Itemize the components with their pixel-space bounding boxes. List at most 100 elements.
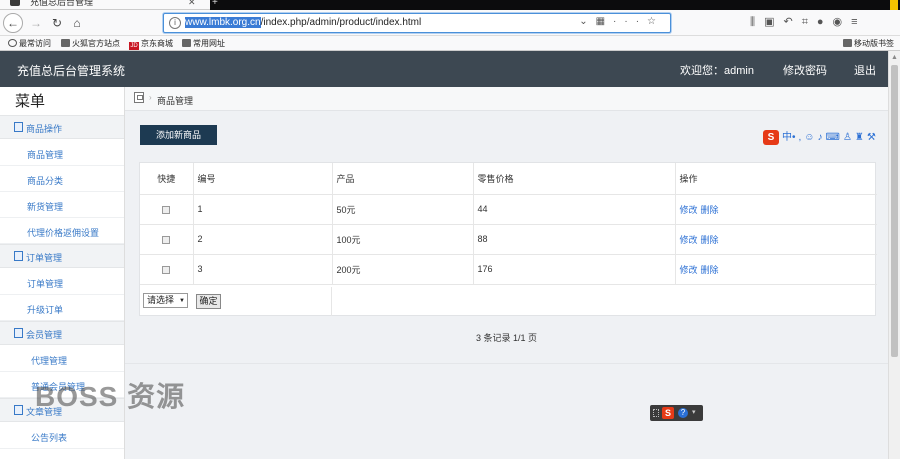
url-text[interactable]: www.lmbk.org.cn/index.php/admin/product/… [185,17,421,28]
site-info-icon[interactable]: i [169,17,181,29]
cell-product: 50元 [332,194,474,225]
delete-link[interactable]: 删除 [701,265,719,275]
forward-arrow-icon[interactable]: → [26,13,46,33]
help-icon[interactable]: ? [678,408,688,418]
bookmark-label: 火狐官方站点 [72,39,120,48]
qr-code-icon[interactable]: ▦ [596,16,613,27]
column-header-quick: 快捷 [140,163,194,195]
screenshot-icon[interactable]: ⌗ [802,16,817,28]
edit-link[interactable]: 修改 [680,235,698,245]
delete-link[interactable]: 删除 [701,235,719,245]
chevron-down-icon[interactable]: ▾ [692,408,696,416]
reload-icon[interactable]: ↻ [47,13,67,33]
url-actions[interactable]: ⌄▦···☆ [579,16,664,27]
sidebar-item-product-management[interactable]: 商品管理 [0,140,124,166]
column-header-price: 零售价格 [473,163,676,195]
bookmark-label: 京东商城 [141,39,173,48]
bookmark-label: 移动版书签 [854,39,894,48]
sidebar-group-members[interactable]: 会员管理 [0,321,124,345]
address-bar[interactable]: i www.lmbk.org.cn/index.php/admin/produc… [163,13,671,33]
settings-icon[interactable]: ⚒ [867,132,879,143]
sidebar-item-label: 代理价格返佣设置 [27,228,100,238]
ime-mini-bar[interactable]: S ? ▾ [650,405,703,421]
breadcrumb-separator-icon: › [149,93,152,102]
edit-link[interactable]: 修改 [680,265,698,275]
emoji-icon[interactable]: ☺ [804,132,817,143]
column-header-product: 产品 [332,163,474,195]
batch-action-select[interactable]: 请选择 ▼ [143,293,188,308]
bookmark-most-visited[interactable]: 最常访问 [8,38,51,49]
cell-product: 200元 [332,254,474,285]
add-product-button[interactable]: 添加新商品 [140,125,217,145]
document-icon [14,405,23,415]
row-checkbox-cell [140,224,194,255]
sidebar-icon[interactable]: ▣ [764,16,783,28]
delete-link[interactable]: 删除 [701,205,719,215]
drag-handle-icon[interactable] [653,409,659,417]
page-actions-icon[interactable]: ··· [613,16,647,27]
document-icon [14,328,23,338]
row-checkbox[interactable] [162,235,171,244]
back-arrow-icon[interactable]: ← [3,13,23,33]
sidebar-group-products[interactable]: 商品操作 [0,115,124,139]
row-checkbox[interactable] [162,265,171,274]
sidebar-item-agent-management[interactable]: 代理管理 [0,346,124,372]
user-icon[interactable]: ◉ [833,16,852,28]
bookmark-firefox[interactable]: 火狐官方站点 [61,38,120,49]
cell-actions: 修改 删除 [675,254,877,285]
page-scrollbar[interactable]: ▲ [888,51,900,459]
home-page-icon[interactable] [134,92,144,103]
home-icon[interactable]: ⌂ [67,13,87,33]
chat-icon[interactable]: ● [817,16,833,28]
cell-actions: 修改 删除 [675,194,877,225]
app-header: 充值总后台管理系统 欢迎您：admin 修改密码 退出 [0,51,888,87]
document-icon [14,251,23,261]
undo-icon[interactable]: ↶ [783,16,801,28]
sidebar-item-product-category[interactable]: 商品分类 [0,166,124,192]
browser-tab[interactable]: 充值总后台管理 ✕ [0,0,210,10]
bookmark-jd[interactable]: JD 京东商城 [129,38,173,50]
skin-icon[interactable]: ♜ [855,132,867,143]
scroll-up-icon[interactable]: ▲ [891,54,898,61]
bookmark-common[interactable]: 常用网址 [182,38,225,49]
ime-mode-label[interactable]: 中 [782,132,792,143]
divider [125,363,888,364]
punctuation-icon[interactable]: •, [792,132,804,143]
cell-id: 1 [193,194,333,225]
keyboard-icon[interactable]: ⌨ [826,132,843,143]
main-content: › 商品管理 添加新商品 S 中•,☺♪⌨♙♜⚒ 快捷 编号 产品 零售价格 操作… [125,87,888,459]
ime-toolbar[interactable]: S 中•,☺♪⌨♙♜⚒ [763,128,879,145]
new-tab-icon[interactable]: + [212,0,218,8]
microphone-icon[interactable]: ♪ [818,132,826,143]
bookmark-mobile[interactable]: 移动版书签 [843,38,894,49]
edit-link[interactable]: 修改 [680,205,698,215]
dropdown-icon[interactable]: ⌄ [579,16,595,27]
cell-id: 3 [193,254,333,285]
browser-nav-bar: ← → ↻ ⌂ i www.lmbk.org.cn/index.php/admi… [0,10,900,36]
sidebar-group-orders[interactable]: 订单管理 [0,244,124,268]
logout-link[interactable]: 退出 [854,62,876,78]
sidebar-item-new-goods[interactable]: 新货管理 [0,192,124,218]
bookmark-star-icon[interactable]: ☆ [647,16,664,27]
sidebar-item-label: 代理管理 [31,356,68,366]
library-icon[interactable]: ⫼ [750,16,764,28]
notification-badge-icon [890,0,898,10]
user-icon[interactable]: ♙ [843,132,855,143]
cell-price: 44 [473,194,676,225]
sidebar-item-announcements[interactable]: 公告列表 [0,423,124,449]
batch-confirm-button[interactable]: 确定 [196,294,221,309]
sogou-logo-icon: S [662,407,674,419]
sidebar-item-order-management[interactable]: 订单管理 [0,269,124,295]
change-password-link[interactable]: 修改密码 [783,62,827,78]
product-table: 快捷 编号 产品 零售价格 操作 1 50元 44 修改 删除 2 100元 8… [140,163,877,285]
menu-icon[interactable]: ≡ [851,16,866,28]
sidebar-item-upgrade-orders[interactable]: 升级订单 [0,295,124,321]
tab-close-icon[interactable]: ✕ [188,0,196,8]
scrollbar-thumb[interactable] [891,65,898,357]
sidebar-item-label: 商品分类 [27,176,64,186]
cell-price: 88 [473,224,676,255]
sidebar-item-agent-price[interactable]: 代理价格返佣设置 [0,218,124,244]
row-checkbox[interactable] [162,205,171,214]
jd-logo-icon: JD [129,42,139,50]
cell-id: 2 [193,224,333,255]
